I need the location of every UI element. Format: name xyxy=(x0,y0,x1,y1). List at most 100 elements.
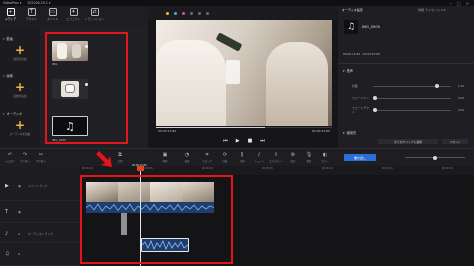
tab-audio-settings[interactable]: オーディオ設定 xyxy=(342,8,363,12)
highlight-box-timeline xyxy=(80,175,233,264)
mute-icon: ♪ xyxy=(257,152,261,158)
next-icon[interactable]: ⏭ xyxy=(260,138,265,144)
mic-icon: 🎙 xyxy=(305,152,313,158)
redo-icon: ↷ xyxy=(22,152,28,158)
slider-volume[interactable]: 音量 1.00 xyxy=(352,84,464,88)
tab-media[interactable]: + メディア xyxy=(0,8,21,21)
color-icon: ◐ xyxy=(322,152,328,158)
eye-icon[interactable]: ◉ xyxy=(18,210,21,214)
tab-effect[interactable]: ✦ エフェクト xyxy=(63,8,84,21)
tab-text[interactable]: T テキスト xyxy=(21,8,42,21)
media-categories: ▾ 動画 + 動画を追加 ▾ 画像 + 画像を追加 ▾ オーディオ + オーディオを追… xyxy=(0,26,40,148)
rotate-button[interactable]: ⟳ 回転 xyxy=(218,152,232,163)
undo-button[interactable]: ↶ 元に戻す xyxy=(3,152,17,163)
video-preview[interactable] xyxy=(156,20,332,126)
color-button[interactable]: ◐ カラー xyxy=(318,152,332,163)
delete-icon: ▣ xyxy=(162,152,168,158)
ruler-label: 00:00:10 xyxy=(202,167,213,170)
add-video-button[interactable]: + 動画を追加 xyxy=(5,44,35,61)
properties-info: 詳細 ライセンス 1/5 xyxy=(418,8,446,12)
title-icon: ▭ xyxy=(48,8,57,16)
previous-icon[interactable]: ⏮ xyxy=(223,138,228,144)
music-track-icon: ♫ xyxy=(5,251,10,257)
category-video[interactable]: ▾ 動画 xyxy=(3,36,13,42)
split-button[interactable]: ⫼ 分割 xyxy=(235,152,249,163)
media-icon: + xyxy=(6,8,15,16)
tab-transition[interactable]: ⇄ トランジション xyxy=(84,8,105,21)
zoom-knob[interactable] xyxy=(433,155,437,160)
subtitle-track-icon: T xyxy=(5,209,9,215)
track-header-subtitle[interactable]: T ◉ xyxy=(0,201,80,223)
rotate-icon: ⟳ xyxy=(222,152,228,158)
maximize-icon[interactable]: □ xyxy=(457,1,461,6)
color-dot-icon[interactable] xyxy=(206,11,209,15)
zoom-slider[interactable] xyxy=(405,155,465,160)
preview-toolbar xyxy=(148,6,338,20)
cut-icon: ✂ xyxy=(38,152,44,158)
split-icon: ⫼ xyxy=(240,152,244,158)
split-icon: ⧉ xyxy=(118,152,122,158)
delete-button[interactable]: ▣ 削除 xyxy=(158,152,172,163)
category-audio[interactable]: ▾ オーディオ xyxy=(3,111,22,117)
ruler-label: 00:00:00 xyxy=(82,167,93,170)
add-image-button[interactable]: + 画像を追加 xyxy=(5,81,35,98)
crop-button[interactable]: ⌗ クロップ xyxy=(200,152,214,163)
slider-track[interactable] xyxy=(373,96,451,100)
plus-icon: + xyxy=(14,80,26,94)
apply-all-button[interactable]: 全てのクリップに適用 xyxy=(378,139,438,144)
redo-button[interactable]: ↷ やり直し xyxy=(18,152,32,163)
ruler-label: 00:00:25 xyxy=(382,167,393,170)
add-audio-button[interactable]: + オーディオを追加 xyxy=(5,119,35,136)
ruler-label: 00:00:30 xyxy=(442,167,453,170)
slider-fade-in[interactable]: フェードイン 0.00 xyxy=(352,96,464,100)
export-button[interactable]: ⇪ エクスポート xyxy=(269,152,283,163)
current-time: 00:00:15.80 xyxy=(158,129,177,133)
section-apply[interactable]: ▾ 適用先 xyxy=(343,130,356,136)
slider-track[interactable] xyxy=(373,84,451,88)
project-name[interactable]: 202206-29-1 ▾ xyxy=(27,1,50,5)
ruler-label: 00:00:20 xyxy=(322,167,333,170)
track-header-music[interactable]: ♫ ◂ xyxy=(0,243,80,266)
speaker-icon[interactable]: ◂ xyxy=(18,232,20,236)
red-arrow-icon xyxy=(96,151,112,167)
mute-button[interactable]: ♪ ミュート xyxy=(252,152,266,163)
stop-icon[interactable]: ■ xyxy=(248,138,253,144)
split-button[interactable]: ⧉ 分割 xyxy=(113,152,127,163)
track-header-main[interactable]: ▶ ◉ メイントラック xyxy=(0,175,80,201)
speaker-icon[interactable]: ◂ xyxy=(18,252,20,256)
speed-icon: ◔ xyxy=(184,152,190,158)
slider-fade-out[interactable]: フェードアウト 0.00 xyxy=(352,106,464,114)
plus-icon: + xyxy=(14,118,26,132)
color-dot-icon[interactable] xyxy=(174,11,177,15)
color-dot-icon[interactable] xyxy=(166,11,169,15)
color-dot-icon[interactable] xyxy=(198,11,201,15)
mic-button[interactable]: 🎙 録音 xyxy=(302,152,316,163)
slider-knob[interactable] xyxy=(373,108,377,112)
audio-track-icon: ♪ xyxy=(5,231,9,237)
reset-button[interactable]: リセット xyxy=(442,139,468,144)
speed-button[interactable]: ◔ 速度 xyxy=(180,152,194,163)
highlight-box-media xyxy=(45,32,128,144)
export-main-button[interactable]: 書き出し xyxy=(344,154,376,161)
play-icon[interactable]: ▶ xyxy=(236,138,240,144)
slider-knob[interactable] xyxy=(435,84,440,88)
settings-button[interactable]: ⚙ 設定 xyxy=(286,152,300,163)
crop-icon: ⌗ xyxy=(205,152,209,158)
color-dot-icon[interactable] xyxy=(190,11,193,15)
tab-title[interactable]: ▭ タイトル xyxy=(42,8,63,21)
glass xyxy=(226,60,240,84)
window-controls: – □ × xyxy=(450,1,474,6)
cut-button[interactable]: ✂ 切り取り xyxy=(34,152,48,163)
minimize-icon[interactable]: – xyxy=(450,1,452,6)
track-headers: ▶ ◉ メイントラック T ◉ ♪ ◂ オーディオトラック ♫ ◂ xyxy=(0,166,80,266)
category-image[interactable]: ▾ 画像 xyxy=(3,73,13,79)
close-icon[interactable]: × xyxy=(466,1,469,6)
color-dot-icon[interactable] xyxy=(182,11,185,15)
plus-icon: + xyxy=(14,43,26,57)
track-header-audio[interactable]: ♪ ◂ オーディオトラック xyxy=(0,223,80,243)
slider-knob[interactable] xyxy=(373,96,377,100)
app-menu[interactable]: VideoProc ▾ xyxy=(3,1,21,5)
eye-icon[interactable]: ◉ xyxy=(18,184,21,188)
slider-track[interactable] xyxy=(373,108,451,112)
section-audio[interactable]: ▾ 音声 xyxy=(343,68,353,74)
